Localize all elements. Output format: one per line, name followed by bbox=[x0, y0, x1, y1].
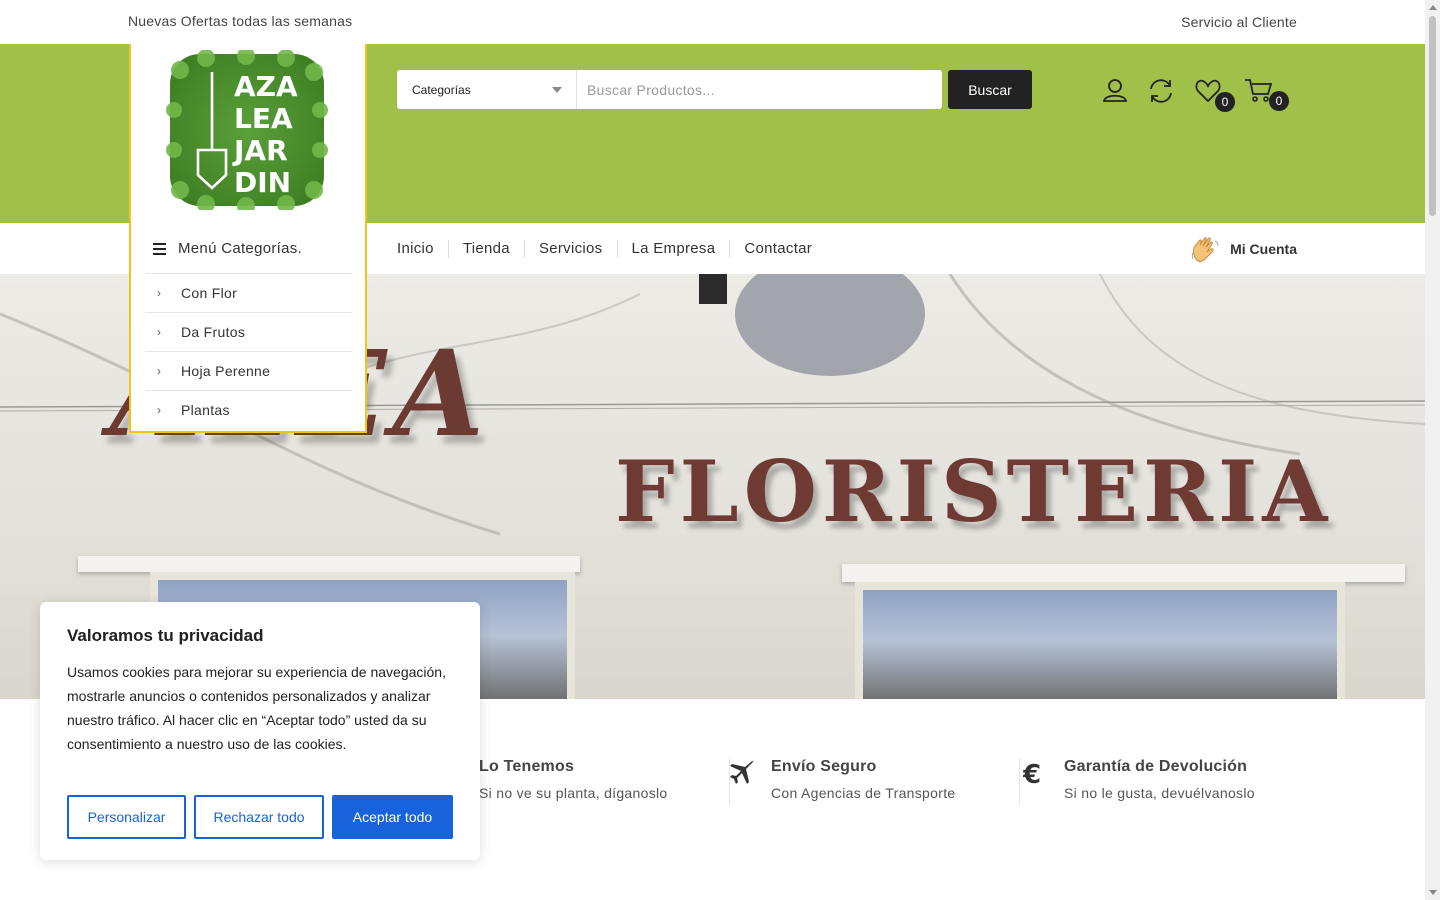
search-button[interactable]: Buscar bbox=[948, 70, 1032, 109]
chevron-right-icon: › bbox=[157, 403, 162, 417]
sign-floristeria: FLORISTERIA bbox=[615, 442, 1333, 541]
feature-title: Garantía de Devolución bbox=[1064, 758, 1248, 775]
nav-link-servicios[interactable]: Servicios bbox=[523, 240, 617, 258]
svg-text:€: € bbox=[1023, 761, 1041, 787]
search-bar: Categorías bbox=[397, 70, 942, 109]
category-menu-card: AZA LEA JAR DIN Menú Categorías. › Con F… bbox=[129, 44, 367, 433]
nav-link-inicio[interactable]: Inicio bbox=[397, 240, 448, 258]
hamburger-icon bbox=[153, 242, 166, 255]
cookie-consent-banner: Valoramos tu privacidad Usamos cookies p… bbox=[40, 602, 480, 860]
cookie-accept-button[interactable]: Aceptar todo bbox=[332, 795, 453, 839]
search-input[interactable] bbox=[577, 70, 942, 109]
promo-text: Nuevas Ofertas todas las semanas bbox=[128, 13, 353, 29]
cookie-text: Usamos cookies para mejorar su experienc… bbox=[67, 664, 446, 752]
logo-line-4: DIN bbox=[234, 166, 291, 199]
customer-service-link[interactable]: Servicio al Cliente bbox=[1181, 14, 1297, 30]
top-bar: Nuevas Ofertas todas las semanas Servici… bbox=[0, 0, 1425, 44]
category-select-label: Categorías bbox=[412, 82, 471, 97]
scroll-down-arrow-icon[interactable] bbox=[1429, 890, 1437, 895]
category-item-label: Da Frutos bbox=[181, 324, 246, 340]
feature-divider bbox=[1019, 758, 1020, 804]
my-account-label: Mi Cuenta bbox=[1230, 241, 1297, 257]
feature-lo-tenemos: Lo Tenemos Si no ve su planta, díganoslo bbox=[479, 758, 668, 806]
feature-garantia: Garantía de Devolución Si no le gusta, d… bbox=[1064, 758, 1255, 806]
euro-icon: € bbox=[1023, 761, 1041, 787]
category-menu-toggle[interactable]: Menú Categorías. bbox=[153, 240, 302, 257]
page-scrollbar[interactable] bbox=[1425, 0, 1440, 900]
chevron-right-icon: › bbox=[157, 325, 162, 339]
feature-subtitle: Si no le gusta, devuélvanoslo bbox=[1064, 785, 1255, 801]
category-item-label: Hoja Perenne bbox=[181, 363, 271, 379]
user-icon[interactable] bbox=[1100, 76, 1130, 106]
cookie-customize-button[interactable]: Personalizar bbox=[67, 795, 186, 839]
chevron-right-icon: › bbox=[157, 364, 162, 378]
nav-links: Inicio Tienda Servicios La Empresa Conta… bbox=[397, 240, 826, 258]
category-item-da-frutos[interactable]: › Da Frutos bbox=[145, 312, 352, 351]
nav-link-contactar[interactable]: Contactar bbox=[729, 240, 826, 258]
feature-subtitle: Con Agencias de Transporte bbox=[771, 785, 956, 801]
category-item-con-flor[interactable]: › Con Flor bbox=[145, 273, 352, 312]
my-account-link[interactable]: Mi Cuenta bbox=[1190, 235, 1297, 263]
wishlist-count-badge: 0 bbox=[1215, 92, 1235, 112]
caret-down-icon bbox=[552, 87, 562, 93]
scrollbar-thumb[interactable] bbox=[1429, 16, 1436, 216]
cookie-title: Valoramos tu privacidad bbox=[67, 626, 264, 645]
feature-title: Envío Seguro bbox=[771, 758, 877, 775]
airplane-icon bbox=[730, 760, 754, 784]
compare-icon[interactable] bbox=[1146, 76, 1176, 106]
window-ledge-left bbox=[78, 556, 580, 572]
window-ledge-right bbox=[842, 564, 1405, 582]
feature-title: Lo Tenemos bbox=[479, 758, 575, 775]
scroll-up-arrow-icon[interactable] bbox=[1429, 5, 1437, 10]
logo-line-2: LEA bbox=[234, 102, 293, 135]
category-item-label: Plantas bbox=[181, 402, 230, 418]
category-item-hoja-perenne[interactable]: › Hoja Perenne bbox=[145, 351, 352, 390]
nav-link-empresa[interactable]: La Empresa bbox=[616, 240, 730, 258]
window-right bbox=[855, 582, 1345, 699]
azalea-jardin-logo[interactable]: AZA LEA JAR DIN bbox=[166, 50, 328, 210]
waving-hand-icon bbox=[1191, 237, 1219, 262]
logo-line-1: AZA bbox=[234, 70, 298, 103]
feature-subtitle: Si no ve su planta, díganoslo bbox=[479, 785, 668, 801]
category-list: › Con Flor › Da Frutos › Hoja Perenne › … bbox=[145, 273, 352, 429]
cart-count-badge: 0 bbox=[1269, 91, 1289, 111]
category-item-plantas[interactable]: › Plantas bbox=[145, 390, 352, 429]
page: Nuevas Ofertas todas las semanas Servici… bbox=[0, 0, 1440, 900]
logo-line-3: JAR bbox=[232, 134, 288, 167]
category-item-label: Con Flor bbox=[181, 285, 238, 301]
cookie-reject-button[interactable]: Rechazar todo bbox=[194, 795, 324, 839]
nav-link-tienda[interactable]: Tienda bbox=[447, 240, 524, 258]
chevron-right-icon: › bbox=[157, 286, 162, 300]
category-menu-title: Menú Categorías. bbox=[178, 240, 303, 257]
feature-envio-seguro: Envío Seguro Con Agencias de Transporte bbox=[771, 758, 955, 806]
category-select[interactable]: Categorías bbox=[397, 70, 577, 109]
